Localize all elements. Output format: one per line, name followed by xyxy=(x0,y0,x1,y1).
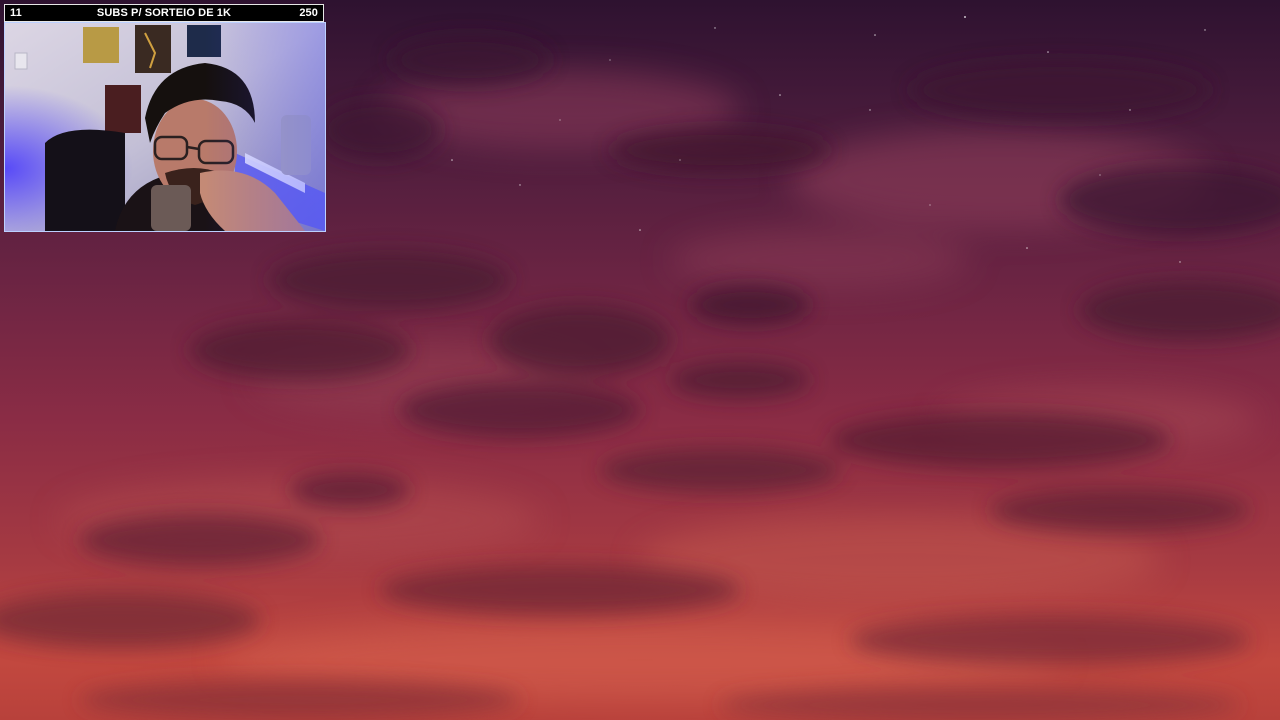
sub-goal-current-count: 11 xyxy=(10,7,22,19)
sub-goal-bar: 11 SUBS P/ SORTEIO DE 1K 250 xyxy=(4,4,324,22)
webcam-image xyxy=(5,23,325,231)
sub-goal-target-count: 250 xyxy=(299,7,318,19)
webcam-feed xyxy=(4,22,326,232)
stream-canvas: 11 SUBS P/ SORTEIO DE 1K 250 xyxy=(0,0,1280,720)
sub-goal-title: SUBS P/ SORTEIO DE 1K xyxy=(96,7,232,19)
